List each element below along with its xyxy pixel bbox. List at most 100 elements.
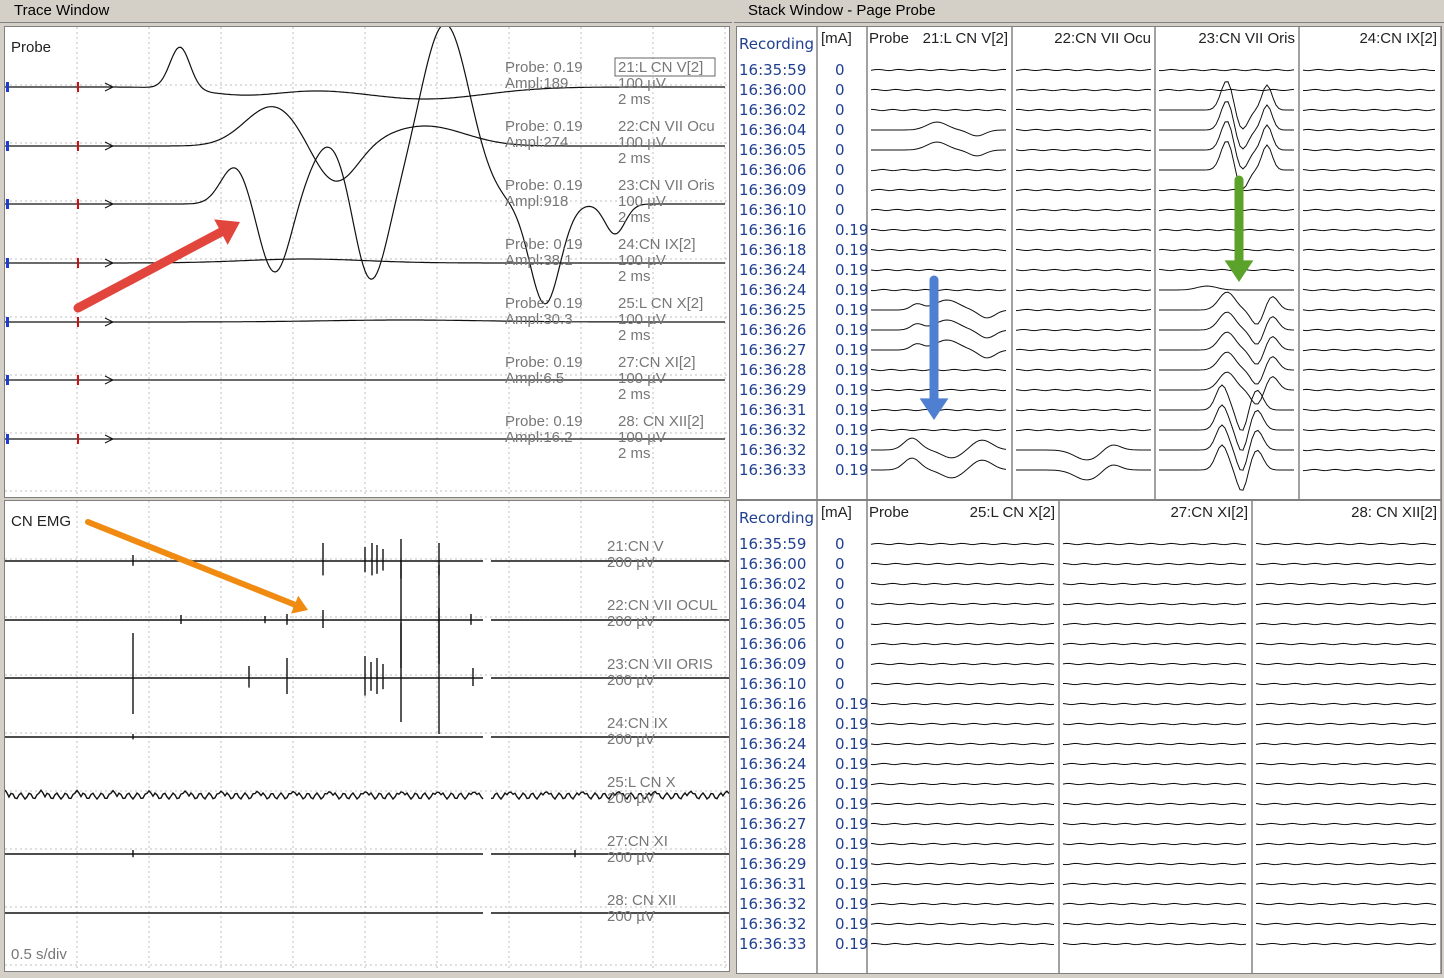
stack-trace: [870, 822, 1055, 826]
stack-trace: [870, 288, 1007, 292]
stack-trace: [870, 248, 1007, 252]
stack-trace: [871, 141, 1006, 157]
stack-trace: [1302, 148, 1436, 152]
stack-trace: [1015, 128, 1152, 132]
stack-trace: [1062, 802, 1247, 806]
stack-row-value: 0.19: [835, 755, 868, 773]
stack-trace: [1159, 404, 1294, 451]
unit-header: [mA]: [821, 30, 852, 47]
probe-channel-gain: 100 µV: [618, 193, 666, 210]
stack-trace: [1302, 428, 1436, 432]
probe-channel-timebase: 2 ms: [618, 327, 651, 344]
stack-row-time: 16:36:18: [739, 715, 806, 733]
probe-amplitude: Ampl:6.5: [505, 370, 564, 387]
stack-row-value: 0.19: [835, 875, 868, 893]
emg-channel-name: 21:CN V: [607, 538, 664, 555]
stack-trace: [1015, 188, 1152, 192]
probe-trace-plot[interactable]: ProbeProbe: 0.19Ampl:18921:L CN V[2]100 …: [5, 27, 729, 497]
stack-upper-plot[interactable]: Recording [mA] Probe 21:L CN V[2] 22:CN VII …: [737, 27, 1441, 499]
recording-header: Recording: [739, 35, 814, 53]
stack-row-value: 0.19: [835, 895, 868, 913]
stack-lower-plot[interactable]: Recording [mA] Probe 25:L CN X[2] 27:CN XI[2…: [737, 501, 1441, 973]
stack-trace: [1302, 248, 1436, 252]
stack-upper-panel[interactable]: Recording [mA] Probe 21:L CN V[2] 22:CN VII …: [736, 26, 1442, 500]
stim-marker-red: [77, 82, 79, 92]
stack-trace: [1062, 842, 1247, 846]
stack-trace: [870, 842, 1055, 846]
probe-panel[interactable]: Probe Probe: 0.19 Ampl:189 21:L CN V[2] 100 …: [4, 26, 730, 498]
stack-row-value: 0.19: [835, 441, 868, 459]
stack-row-value: 0.19: [835, 695, 868, 713]
stack-row-value: 0: [835, 101, 845, 119]
stack-trace: [1159, 384, 1294, 431]
stack-trace: [1158, 228, 1295, 232]
stack-trace: [1255, 922, 1437, 926]
stack-trace: [870, 762, 1055, 766]
stack-row-time: 16:36:04: [739, 121, 806, 139]
probe-channel-gain: 100 µV: [618, 134, 666, 151]
stack-window-title: Stack Window - Page Probe: [734, 0, 1444, 23]
stack-row-value: 0.19: [835, 241, 868, 259]
probe-channel-timebase: 2 ms: [618, 445, 651, 462]
stack-trace: [1303, 88, 1436, 92]
stack-row-value: 0.19: [835, 461, 868, 479]
stack-trace: [871, 121, 1006, 137]
stack-trace: [1062, 602, 1247, 606]
stack-row-value: 0.19: [835, 915, 868, 933]
stack-row-value: 0: [835, 635, 845, 653]
stack-trace: [1015, 228, 1152, 232]
stack-trace: [1302, 108, 1436, 112]
stack-column-header: 24:CN IX[2]: [1359, 30, 1437, 47]
stack-row-time: 16:36:24: [739, 755, 806, 773]
stim-marker-blue: [6, 375, 9, 385]
probe-channel-name: 27:CN XI[2]: [618, 354, 696, 371]
stack-trace: [1158, 88, 1295, 92]
stack-row-time: 16:36:28: [739, 361, 806, 379]
stack-trace: [1158, 248, 1295, 252]
emg-channel-row: 24:CN IX200 µV: [5, 715, 729, 748]
stack-trace: [1062, 742, 1247, 746]
stack-row-time: 16:36:02: [739, 101, 806, 119]
stack-trace: [1062, 582, 1247, 586]
stack-row-value: 0: [835, 141, 845, 159]
emg-channel-row: 28: CN XII200 µV: [5, 892, 729, 925]
emg-channel-name: 27:CN XI: [607, 833, 668, 850]
stack-trace: [870, 88, 1007, 92]
emg-channel-gain: 200 µV: [607, 554, 655, 571]
stack-trace: [1015, 408, 1152, 412]
stack-trace: [870, 702, 1055, 706]
stack-row-value: 0: [835, 595, 845, 613]
probe-label: Probe: [11, 39, 51, 56]
stack-trace: [1255, 562, 1437, 566]
stack-trace: [871, 437, 1007, 459]
stim-marker-red: [77, 258, 79, 268]
timebase-label: 0.5 s/div: [11, 946, 67, 963]
stack-trace: [1255, 902, 1437, 906]
stim-marker-blue: [6, 141, 9, 151]
stack-trace: [1159, 141, 1294, 190]
stack-trace: [870, 742, 1055, 746]
stack-trace: [1255, 722, 1437, 726]
stack-trace: [1158, 208, 1295, 212]
stack-trace: [1302, 448, 1436, 452]
emg-label: CN EMG: [11, 513, 71, 530]
stack-trace: [1159, 371, 1295, 405]
stack-trace: [1015, 308, 1152, 312]
emg-trace-plot[interactable]: CN EMG0.5 s/div21:CN V200 µV22:CN VII OC…: [5, 501, 729, 971]
stack-row-time: 16:36:10: [739, 675, 806, 693]
stack-row-value: 0.19: [835, 261, 868, 279]
emg-panel[interactable]: CN EMG 0.5 s/div 21:CN V 200 µV 22:CN VII OC…: [4, 500, 730, 972]
stack-row-time: 16:36:24: [739, 261, 806, 279]
stack-trace: [1062, 722, 1247, 726]
stack-lower-panel[interactable]: Recording [mA] Probe 25:L CN X[2] 27:CN XI[2…: [736, 500, 1442, 974]
probe-channel-timebase: 2 ms: [618, 209, 651, 226]
stack-row-time: 16:36:29: [739, 381, 806, 399]
stack-row-time: 16:36:27: [739, 341, 806, 359]
stack-trace: [1062, 782, 1247, 786]
stack-trace: [1062, 622, 1247, 626]
stack-trace: [1063, 682, 1247, 686]
stack-trace: [1255, 782, 1437, 786]
stack-trace: [1302, 208, 1436, 212]
probe-channel-name: 23:CN VII Oris: [618, 177, 715, 194]
stack-trace: [1062, 942, 1247, 946]
